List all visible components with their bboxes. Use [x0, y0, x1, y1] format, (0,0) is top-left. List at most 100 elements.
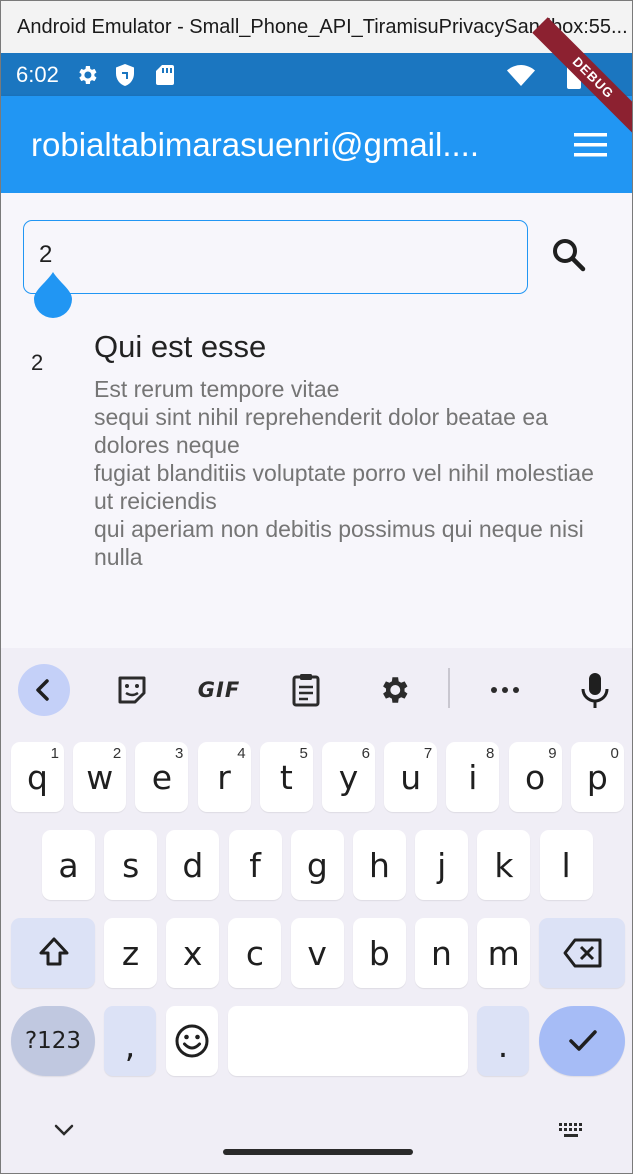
key-hint: 1	[50, 745, 59, 762]
key-label: s	[122, 846, 140, 885]
key-g[interactable]: g	[290, 830, 344, 900]
emulator-window: Android Emulator - Small_Phone_API_Tiram…	[0, 0, 633, 1174]
comma-key-label: ,	[124, 1026, 136, 1065]
key-label: d	[182, 846, 204, 885]
key-hint: 0	[610, 745, 619, 762]
key-label: z	[121, 934, 140, 973]
key-e[interactable]: e3	[135, 742, 189, 812]
status-time: 6:02	[16, 62, 59, 87]
microphone-icon	[581, 673, 609, 708]
key-hint: 4	[237, 745, 246, 762]
key-label: e	[151, 758, 173, 797]
keyboard-switch-icon[interactable]	[558, 1122, 586, 1140]
search-input[interactable]: 2	[23, 220, 528, 294]
key-p[interactable]: p0	[570, 742, 624, 812]
key-q[interactable]: q1	[11, 742, 64, 812]
key-k[interactable]: k	[477, 830, 531, 900]
post-body: Est rerum tempore vitae sequi sint nihil…	[94, 376, 594, 570]
gif-button[interactable]: GIF	[195, 664, 243, 716]
clipboard-button[interactable]	[286, 664, 326, 716]
backspace-key[interactable]	[539, 918, 625, 988]
key-d[interactable]: d	[166, 830, 220, 900]
back-chevron-icon	[36, 679, 49, 701]
shield-icon	[116, 64, 134, 86]
key-label: o	[524, 758, 546, 797]
clipboard-icon	[292, 674, 320, 707]
key-l[interactable]: l	[539, 830, 593, 900]
shift-key[interactable]	[11, 918, 95, 988]
sd-card-icon	[156, 65, 174, 85]
key-label: r	[217, 758, 231, 797]
status-bar: 6:02	[1, 53, 632, 96]
comma-key[interactable]: ,	[104, 1006, 156, 1076]
app-bar: robialtabimarasuenri@gmail....	[1, 96, 632, 193]
checkmark-icon	[569, 1030, 597, 1051]
key-label: a	[58, 846, 79, 885]
key-z[interactable]: z	[104, 918, 157, 988]
key-label: k	[494, 846, 514, 885]
key-hint: 5	[299, 745, 308, 762]
emoji-key[interactable]	[166, 1006, 218, 1076]
hamburger-menu-icon[interactable]	[571, 130, 611, 160]
post-id: 2	[31, 350, 44, 375]
key-r[interactable]: r4	[197, 742, 251, 812]
shift-icon	[39, 937, 69, 966]
key-label: m	[487, 934, 520, 973]
enter-key[interactable]	[539, 1006, 625, 1076]
period-key-label: .	[497, 1026, 509, 1065]
text-cursor-handle[interactable]	[34, 272, 72, 318]
key-w[interactable]: w2	[73, 742, 127, 812]
key-v[interactable]: v	[290, 918, 344, 988]
sticker-button[interactable]	[111, 664, 153, 716]
key-u[interactable]: u7	[384, 742, 438, 812]
keyboard-back-button[interactable]	[18, 664, 70, 716]
gif-label: GIF	[197, 678, 241, 702]
key-hint: 2	[112, 745, 122, 762]
symbols-key-label: ?123	[24, 1028, 82, 1054]
key-o[interactable]: o9	[508, 742, 562, 812]
settings-gear-icon	[383, 677, 408, 703]
symbols-key[interactable]: ?123	[11, 1006, 95, 1076]
key-hint: 9	[548, 745, 557, 762]
keyboard-settings-button[interactable]	[374, 664, 414, 716]
more-dots-icon	[491, 687, 519, 693]
content-area: 2 2 Qui est esse Est rerum tempore vitae…	[1, 193, 632, 648]
key-label: h	[369, 846, 390, 885]
space-key[interactable]	[228, 1006, 468, 1076]
post-title[interactable]: Qui est esse	[94, 329, 266, 365]
key-label: g	[306, 846, 328, 885]
search-icon[interactable]	[550, 236, 588, 274]
voice-input-button[interactable]	[575, 664, 615, 716]
key-b[interactable]: b	[352, 918, 406, 988]
key-i[interactable]: i8	[446, 742, 500, 812]
key-m[interactable]: m	[477, 918, 531, 988]
app-bar-title: robialtabimarasuenri@gmail....	[31, 126, 480, 163]
chevron-down-icon[interactable]	[53, 1123, 75, 1137]
key-c[interactable]: c	[228, 918, 282, 988]
key-a[interactable]: a	[42, 830, 95, 900]
key-label: q	[27, 758, 48, 797]
key-label: u	[400, 758, 422, 797]
key-label: v	[307, 934, 327, 973]
key-y[interactable]: y6	[322, 742, 375, 812]
backspace-icon	[563, 938, 602, 968]
key-x[interactable]: x	[166, 918, 220, 988]
more-options-button[interactable]	[485, 664, 525, 716]
key-hint: 7	[423, 745, 433, 762]
key-s[interactable]: s	[104, 830, 158, 900]
wifi-icon	[507, 65, 535, 86]
key-label: f	[249, 846, 261, 885]
navigation-bar	[1, 1089, 632, 1173]
key-label: c	[245, 934, 264, 973]
key-j[interactable]: j	[415, 830, 469, 900]
key-hint: 6	[361, 745, 370, 762]
key-label: l	[561, 846, 571, 885]
key-label: y	[338, 758, 359, 797]
key-h[interactable]: h	[353, 830, 406, 900]
home-gesture-handle[interactable]	[223, 1149, 413, 1155]
period-key[interactable]: .	[477, 1006, 529, 1076]
key-n[interactable]: n	[415, 918, 468, 988]
key-label: n	[431, 934, 452, 973]
key-f[interactable]: f	[228, 830, 282, 900]
key-t[interactable]: t5	[259, 742, 313, 812]
